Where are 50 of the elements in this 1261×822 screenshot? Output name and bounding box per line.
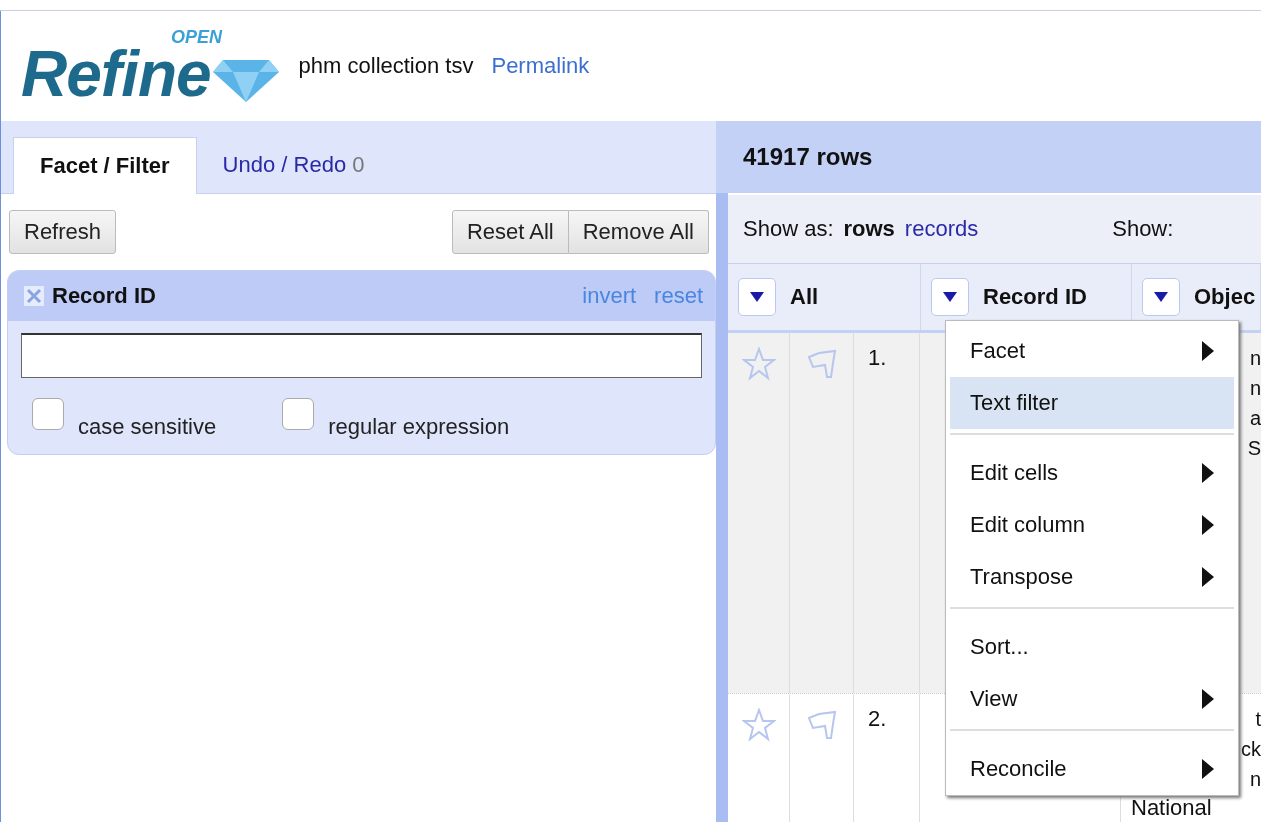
menu-item[interactable]: Facet [950,325,1234,377]
checkbox-label: regular expression [328,414,510,440]
table-cell-text: t [1255,707,1261,732]
menu-item[interactable]: Edit column [950,499,1234,551]
show-as-label: Show as: [743,216,834,242]
table-cell-text: n [1249,346,1261,371]
menu-item[interactable]: View [950,673,1234,725]
toolbar-button[interactable]: Reset All [451,210,569,254]
view-mode-link[interactable]: records [904,216,979,242]
toolbar-button[interactable]: Remove All [568,210,709,254]
dropdown-icon [943,292,957,302]
menu-item[interactable]: Text filter [950,377,1234,429]
permalink-link[interactable]: Permalink [491,53,590,79]
menu-item[interactable]: Sort... [950,621,1234,673]
table-cell-text: National [1130,796,1212,820]
facet-title: Record ID [52,283,157,309]
dropdown-icon [1154,292,1168,302]
text-filter-field[interactable] [21,333,702,378]
menu-item[interactable]: Edit cells [950,447,1234,499]
table-cell-text: n [1249,376,1261,401]
row-number: 1. [868,345,887,371]
column-menu-button[interactable] [931,278,969,316]
column-header: Objec [1194,284,1256,310]
checkbox[interactable] [32,398,64,430]
table-cell-text: ck [1241,737,1261,762]
checkbox-label: case sensitive [78,414,217,440]
table-cell-text: n [1249,767,1261,792]
table-cell-text: S [1247,436,1261,461]
project-name: phm collection tsv [298,53,474,79]
star-icon[interactable] [741,347,776,381]
panel-tab[interactable]: Facet / Filter [13,137,197,194]
star-icon[interactable] [741,708,776,742]
show-label: Show: [1112,216,1174,242]
row-number: 2. [868,706,887,732]
dropdown-icon [750,292,764,302]
column-menu-button[interactable] [1142,278,1180,316]
logo-superscript: OPEN [171,28,222,47]
logo-wordmark: Refine [21,50,211,104]
close-icon[interactable] [24,286,44,306]
column-header: Record ID [983,284,1087,310]
checkbox[interactable] [282,398,315,430]
table-cell-text: a [1249,406,1261,431]
panel-tab[interactable]: Undo / Redo 0 [196,137,391,193]
column-menu-button[interactable] [738,278,776,316]
row-count: 41917 rows [743,143,873,171]
view-mode-link[interactable]: rows [843,216,895,242]
column-header: All [790,284,819,310]
refresh-button[interactable]: Refresh [9,210,117,254]
menu-item[interactable]: Transpose [950,551,1234,603]
menu-item[interactable]: Reconcile [950,743,1234,795]
